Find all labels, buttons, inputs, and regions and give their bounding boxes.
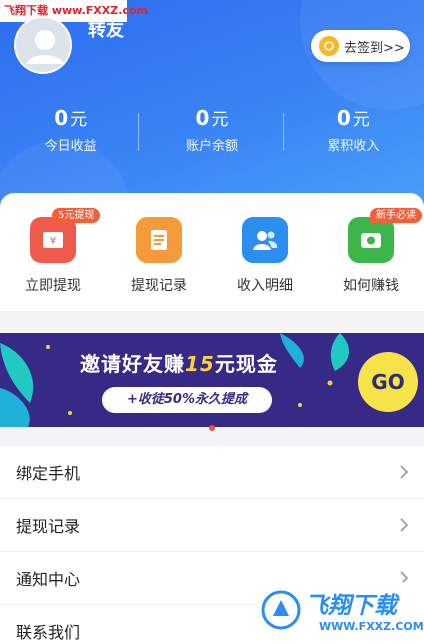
- chevron-right-icon: [400, 518, 409, 532]
- user-group-icon: [242, 217, 288, 263]
- stat-value: 0: [336, 106, 351, 130]
- stat-divider: [138, 113, 139, 151]
- avatar[interactable]: [14, 16, 72, 74]
- list-item-label: 通知中心: [16, 570, 81, 589]
- stat-balance[interactable]: 0元 账户余额: [141, 105, 282, 161]
- banner-title-amount: 15: [185, 352, 215, 376]
- watermark-url: WWW.FXXZ.COM: [319, 620, 424, 633]
- chevron-right-icon: [400, 465, 409, 479]
- svg-text:¥: ¥: [50, 236, 56, 247]
- stats-bar: 0元 今日收益 0元 账户余额 0元 累积收入: [0, 105, 424, 161]
- profile-screen: 飞翔下载 www.FXXZ.com 转友 去签到>> 0元 今日收益 0元 账户…: [0, 0, 424, 644]
- list-item-withdraw-records[interactable]: 提现记录: [0, 499, 424, 552]
- signin-button[interactable]: 去签到>>: [311, 30, 410, 62]
- watermark-bottom: 飞翔下载 WWW.FXXZ.COM: [257, 582, 424, 644]
- watermark-logo-icon: [261, 590, 301, 630]
- list-item-bind-phone[interactable]: 绑定手机: [0, 446, 424, 499]
- list-item-label: 绑定手机: [16, 464, 81, 483]
- money-icon: [348, 217, 394, 263]
- document-icon: [136, 217, 182, 263]
- quick-item-label: 如何赚钱: [343, 278, 399, 294]
- stat-label: 今日收益: [44, 139, 97, 154]
- quick-menu: ¥ 立即提现 5元提现 提现记录 收入明细 如何赚钱 新手必读: [0, 193, 424, 311]
- coin-icon: [319, 36, 339, 56]
- banner-title-pre: 邀请好友赚: [80, 352, 185, 376]
- stat-unit: 元: [70, 110, 88, 130]
- quick-item-withdraw[interactable]: ¥ 立即提现 5元提现: [0, 193, 106, 311]
- quick-item-label: 提现记录: [131, 278, 187, 294]
- stat-unit: 元: [352, 110, 370, 130]
- stat-label: 累积收入: [327, 139, 380, 154]
- carousel-indicator: [209, 425, 215, 431]
- badge-withdraw: 5元提现: [52, 208, 101, 223]
- quick-item-label: 立即提现: [25, 278, 81, 294]
- username: 转友: [88, 20, 124, 41]
- stat-today-earnings[interactable]: 0元 今日收益: [0, 105, 141, 161]
- list-item-label: 联系我们: [16, 623, 81, 642]
- quick-item-income-details[interactable]: 收入明细: [212, 193, 318, 311]
- quick-item-label: 收入明细: [237, 278, 293, 294]
- stat-label: 账户余额: [185, 139, 238, 154]
- list-item-label: 提现记录: [16, 517, 81, 536]
- banner-title: 邀请好友赚15元现金: [80, 348, 278, 377]
- signin-label: 去签到>>: [344, 40, 405, 56]
- stat-value: 0: [54, 106, 69, 130]
- stat-total-income[interactable]: 0元 累积收入: [283, 105, 424, 161]
- go-button[interactable]: GO: [358, 352, 418, 412]
- banner-title-post: 元现金: [214, 352, 278, 376]
- banner-subtitle: +收徒50%永久提成: [102, 387, 272, 413]
- quick-item-withdraw-records[interactable]: 提现记录: [106, 193, 212, 311]
- stat-unit: 元: [211, 110, 229, 130]
- stat-divider: [283, 113, 284, 151]
- stat-value: 0: [195, 106, 210, 130]
- watermark-title: 飞翔下载: [305, 593, 397, 619]
- quick-item-how-to-earn[interactable]: 如何赚钱 新手必读: [318, 193, 424, 311]
- wallet-icon: ¥: [30, 217, 76, 263]
- badge-how-to-earn: 新手必读: [370, 208, 422, 223]
